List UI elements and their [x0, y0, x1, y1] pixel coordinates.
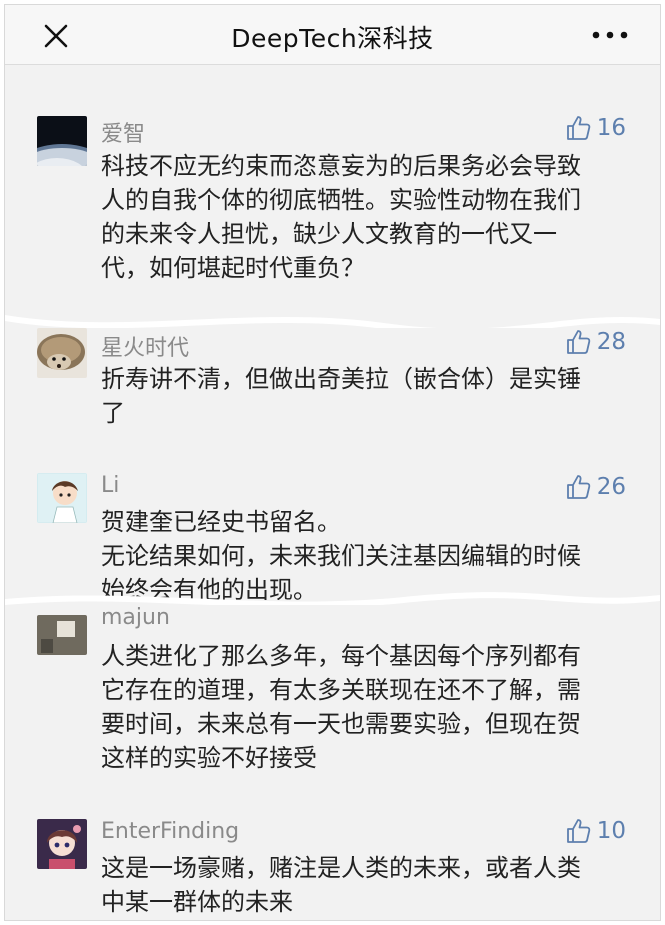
more-button[interactable] — [590, 25, 630, 45]
like-count: 16 — [596, 115, 626, 141]
comment-line: 这是一场豪赌，赌注是人类的未来，或者人类 — [101, 854, 581, 882]
section-1: 爱智 16 科技不应无约束而恣意妄为的后果务必会导致 人的自我个体的彻底牺牲。实… — [5, 66, 660, 328]
comment-line: 科技不应无约束而恣意妄为的后果务必会导致 — [101, 152, 581, 180]
hedgehog-avatar-image — [37, 328, 87, 378]
like-button[interactable]: 28 — [565, 328, 626, 356]
commenter-name: 星火时代 — [101, 336, 190, 361]
commenter-name: majun — [101, 605, 170, 630]
commenter-name: 爱智 — [101, 122, 146, 147]
photo-avatar-image — [37, 615, 87, 655]
like-button[interactable]: 10 — [565, 817, 626, 845]
comment-line: 了 — [101, 399, 125, 427]
comment-line: 无论结果如何，未来我们关注基因编辑的时候 — [101, 542, 581, 570]
comment-text: 这是一场豪赌，赌注是人类的未来，或者人类 中某一群体的未来 — [101, 851, 631, 919]
like-count: 26 — [596, 474, 626, 500]
commenter-name: Li — [101, 473, 120, 498]
commenter-name: EnterFinding — [101, 819, 240, 844]
avatar — [37, 116, 87, 166]
avatar — [37, 473, 87, 523]
thumbs-up-icon — [566, 330, 590, 354]
comment-line: 的未来令人担忧，缺少人文教育的一代又一 — [101, 220, 557, 248]
comment-line: 贺建奎已经史书留名。 — [101, 508, 341, 536]
comment-line: 要时间，未来总有一天也需要实验，但现在贺 — [101, 710, 581, 738]
screenshot-frame: DeepTech深科技 爱智 16 科技不应无约束而恣意妄为的后果务必会导致 人… — [4, 4, 661, 921]
like-button[interactable]: 26 — [565, 473, 626, 501]
page-title: DeepTech深科技 — [231, 24, 434, 53]
section-2: 星火时代 28 折寿讲不清，但做出奇美拉（嵌合体）是实锤 了 Li 26 贺建奎… — [5, 328, 660, 600]
cartoon-boy-avatar-image — [37, 473, 87, 523]
avatar — [37, 615, 87, 655]
top-bar: DeepTech深科技 — [5, 5, 660, 65]
comment-line: 这样的实验不好接受 — [101, 744, 317, 772]
comment-text: 人类进化了那么多年，每个基因每个序列都有 它存在的道理，有太多关联现在还不了解，… — [101, 639, 631, 775]
thumbs-up-icon — [566, 475, 590, 499]
comment-line: 人类进化了那么多年，每个基因每个序列都有 — [101, 642, 581, 670]
comment-line: 折寿讲不清，但做出奇美拉（嵌合体）是实锤 — [101, 365, 581, 393]
avatar — [37, 328, 87, 378]
like-button[interactable]: 16 — [565, 114, 626, 142]
comment-text: 折寿讲不清，但做出奇美拉（嵌合体）是实锤 了 — [101, 362, 631, 430]
comment-line: 人的自我个体的彻底牺牲。实验性动物在我们 — [101, 186, 581, 214]
thumbs-up-icon — [566, 116, 590, 140]
comment-text: 科技不应无约束而恣意妄为的后果务必会导致 人的自我个体的彻底牺牲。实验性动物在我… — [101, 149, 631, 285]
comment-line: 中某一群体的未来 — [101, 888, 293, 916]
comment-line: 代，如何堪起时代重负？ — [101, 254, 365, 282]
thumbs-up-icon — [566, 819, 590, 843]
section-3: majun 人类进化了那么多年，每个基因每个序列都有 它存在的道理，有太多关联现… — [5, 605, 660, 920]
anime-girl-avatar-image — [37, 819, 87, 869]
like-count: 28 — [596, 329, 626, 355]
avatar — [37, 819, 87, 869]
like-count: 10 — [596, 818, 626, 844]
comment-line: 它存在的道理，有太多关联现在还不了解，需 — [101, 676, 581, 704]
more-icon — [592, 31, 628, 39]
earth-avatar-image — [37, 116, 87, 166]
